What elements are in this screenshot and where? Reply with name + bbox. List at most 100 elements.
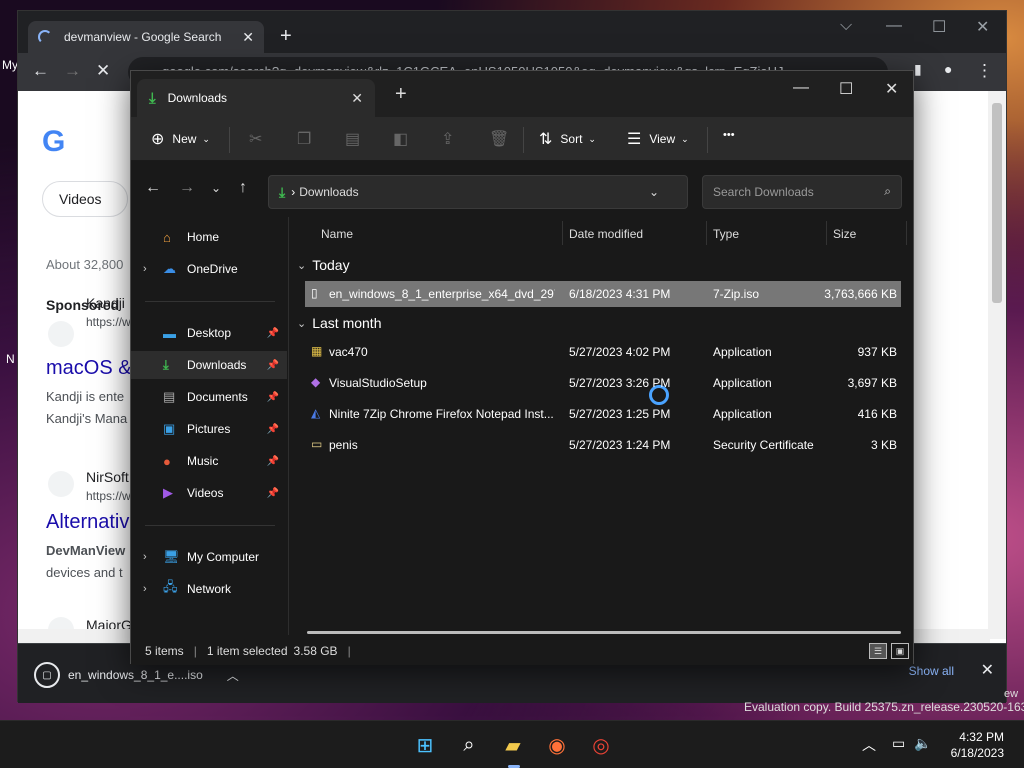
- up-icon[interactable]: ↑: [239, 179, 247, 197]
- recent-locations-icon[interactable]: ⌄: [211, 181, 221, 195]
- column-header-size[interactable]: Size: [833, 227, 856, 241]
- search-input[interactable]: Search Downloads ⌕: [702, 175, 902, 209]
- close-tab-icon[interactable]: ✕: [242, 29, 254, 46]
- sidebar-item-music[interactable]: ● Music 📌: [131, 447, 287, 475]
- view-button[interactable]: ☰ View ⌄: [627, 129, 689, 149]
- search-icon: ⌕: [884, 184, 891, 198]
- sidebar-item-network[interactable]: › 🖧 Network: [131, 575, 287, 603]
- show-all-button[interactable]: Show all: [909, 664, 954, 678]
- sidebar-item-documents[interactable]: ▤ Documents 📌: [131, 383, 287, 411]
- forward-icon[interactable]: →: [64, 61, 81, 81]
- volume-icon[interactable]: 🔈: [914, 735, 931, 752]
- selection-size: 3.58 GB: [293, 644, 338, 658]
- forward-icon[interactable]: →: [179, 179, 195, 197]
- more-options-icon[interactable]: •••: [723, 129, 735, 141]
- maximize-button[interactable]: ☐: [839, 79, 853, 99]
- chevron-down-icon[interactable]: ⌄: [649, 185, 659, 199]
- sort-button[interactable]: ⇅ Sort ⌄: [539, 129, 596, 149]
- sidebar-item-label: Pictures: [187, 422, 231, 436]
- network-icon[interactable]: ▭: [892, 735, 905, 752]
- new-tab-button[interactable]: +: [280, 25, 292, 48]
- close-button[interactable]: ✕: [976, 17, 989, 37]
- column-divider[interactable]: [706, 221, 707, 245]
- vertical-scrollbar[interactable]: [988, 91, 1006, 639]
- firefox-icon[interactable]: ◉: [542, 731, 572, 759]
- google-logo[interactable]: G: [42, 125, 65, 159]
- profile-icon[interactable]: ●: [944, 61, 952, 77]
- clock[interactable]: 4:32 PM 6/18/2023: [951, 729, 1004, 761]
- file-name: en_windows_8_1_enterprise_x64_dvd_297...: [329, 287, 555, 301]
- videos-chip[interactable]: Videos: [42, 181, 128, 217]
- result-url[interactable]: https://w: [86, 489, 131, 503]
- column-header-date[interactable]: Date modified: [569, 227, 643, 241]
- copy-icon[interactable]: ❐: [297, 129, 311, 149]
- chevron-down-icon: ⌄: [297, 259, 307, 272]
- column-header-type[interactable]: Type: [713, 227, 739, 241]
- column-header-name[interactable]: Name: [321, 227, 353, 241]
- certificate-icon: ▭: [311, 437, 323, 451]
- menu-icon[interactable]: ⋮: [976, 61, 993, 81]
- file-type: Security Certificate: [713, 438, 814, 452]
- paste-icon[interactable]: ▤: [345, 129, 360, 149]
- sidebar-item-home[interactable]: ⌂ Home: [131, 223, 287, 251]
- new-button[interactable]: ⊕ New ⌄: [151, 129, 210, 149]
- back-icon[interactable]: ←: [32, 61, 49, 81]
- horizontal-scrollbar[interactable]: [307, 631, 901, 634]
- file-row[interactable]: ▭ penis 5/27/2023 1:24 PM Security Certi…: [305, 432, 901, 458]
- chrome-icon[interactable]: ◎: [586, 731, 616, 759]
- file-row[interactable]: ▯ en_windows_8_1_enterprise_x64_dvd_297.…: [305, 281, 901, 307]
- expand-icon[interactable]: ›: [143, 551, 147, 563]
- group-header-today[interactable]: ⌄ Today: [297, 257, 350, 273]
- maximize-button[interactable]: ☐: [932, 17, 946, 37]
- result-site-name[interactable]: NirSoft: [86, 469, 129, 485]
- details-view-icon[interactable]: ☰: [869, 643, 887, 659]
- breadcrumb[interactable]: Downloads: [299, 185, 358, 199]
- sidebar-item-downloads[interactable]: ⤓ Downloads 📌: [131, 351, 287, 379]
- file-row[interactable]: ◆ VisualStudioSetup 5/27/2023 3:26 PM Ap…: [305, 370, 901, 396]
- column-divider[interactable]: [906, 221, 907, 245]
- file-row[interactable]: ◭ Ninite 7Zip Chrome Firefox Notepad Ins…: [305, 401, 901, 427]
- start-icon[interactable]: ⊞: [410, 731, 440, 759]
- chevron-down-icon: ⌄: [297, 317, 307, 330]
- sidebar-item-onedrive[interactable]: › ☁ OneDrive: [131, 255, 287, 283]
- result-title[interactable]: Alternativ: [46, 511, 129, 534]
- minimize-button[interactable]: —: [793, 79, 809, 97]
- expand-icon[interactable]: ›: [143, 263, 147, 275]
- result-title[interactable]: macOS &: [46, 357, 132, 380]
- chevron-up-icon[interactable]: ︿: [227, 667, 239, 684]
- result-url[interactable]: https://w: [86, 315, 131, 329]
- chrome-tab[interactable]: devmanview - Google Search ✕: [28, 21, 264, 53]
- stop-icon[interactable]: ✕: [96, 61, 110, 81]
- explorer-tab[interactable]: ⤓ Downloads ✕: [137, 79, 375, 117]
- address-bar[interactable]: ⤓ › Downloads ⌄ ↻: [268, 175, 717, 209]
- close-tab-icon[interactable]: ✕: [351, 90, 363, 107]
- close-download-bar-icon[interactable]: ✕: [981, 660, 994, 680]
- back-icon[interactable]: ←: [145, 179, 161, 197]
- sidebar-item-my-computer[interactable]: › 🖥 My Computer: [131, 543, 287, 571]
- sidebar-icon[interactable]: ▮: [914, 61, 922, 78]
- tiles-view-icon[interactable]: ▣: [891, 643, 909, 659]
- delete-icon[interactable]: 🗑: [489, 129, 509, 149]
- scrollbar-thumb[interactable]: [992, 103, 1002, 303]
- share-icon[interactable]: ⇪: [441, 129, 454, 149]
- minimize-button[interactable]: —: [886, 17, 902, 35]
- rename-icon[interactable]: ◧: [393, 129, 408, 149]
- close-button[interactable]: ✕: [885, 79, 898, 99]
- sidebar-item-desktop[interactable]: ▬ Desktop 📌: [131, 319, 287, 347]
- file-row[interactable]: ▦ vac470 5/27/2023 4:02 PM Application 9…: [305, 339, 901, 365]
- file-size: 3,763,666 KB: [824, 287, 897, 301]
- file-explorer-icon[interactable]: ▰: [498, 731, 528, 759]
- cut-icon[interactable]: ✂: [249, 129, 262, 149]
- sidebar-item-pictures[interactable]: ▣ Pictures 📌: [131, 415, 287, 443]
- group-header-last-month[interactable]: ⌄ Last month: [297, 315, 381, 331]
- tab-search-icon[interactable]: ⌵: [840, 17, 852, 35]
- expand-icon[interactable]: ›: [143, 583, 147, 595]
- column-divider[interactable]: [562, 221, 563, 245]
- show-hidden-icons-icon[interactable]: ︿: [862, 735, 876, 755]
- sidebar-item-videos[interactable]: ▶ Videos 📌: [131, 479, 287, 507]
- search-icon[interactable]: ⌕: [454, 731, 484, 759]
- new-tab-button[interactable]: +: [395, 83, 407, 106]
- result-site-name[interactable]: Kandji: [86, 295, 125, 311]
- download-item[interactable]: ▢ en_windows_8_1_e....iso ︿: [34, 662, 239, 688]
- column-divider[interactable]: [826, 221, 827, 245]
